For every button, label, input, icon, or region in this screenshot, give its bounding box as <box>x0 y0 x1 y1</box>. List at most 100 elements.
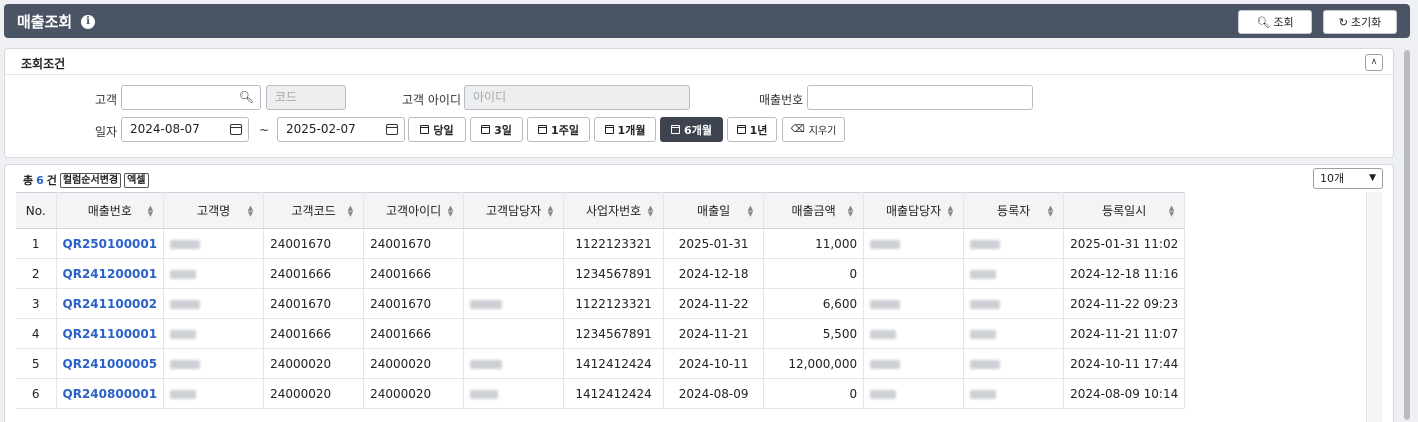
sales-no-input[interactable] <box>807 85 1033 110</box>
sales-no-link[interactable]: QR241100001 <box>56 318 165 349</box>
table-cell <box>863 288 965 319</box>
table-cell <box>463 288 565 319</box>
scrollbar-thumb[interactable] <box>1404 50 1410 420</box>
table-cell: 1412412424 <box>563 348 665 379</box>
column-header[interactable]: 매출번호 ▲ ▼ <box>56 192 165 229</box>
column-header[interactable]: 고객명 ▲ ▼ <box>163 192 265 229</box>
table-row[interactable]: 1 QR250100001 24001670 24001670 1122123321 20… <box>16 228 1186 259</box>
masked-value <box>170 269 197 279</box>
quick-1month-button[interactable]: 1개월 <box>594 117 656 142</box>
masked-value <box>170 359 201 369</box>
page-size-select[interactable]: 10개 ▼ <box>1313 168 1383 189</box>
masked-value <box>170 329 197 339</box>
sort-icon[interactable]: ▲ ▼ <box>248 205 253 218</box>
collapse-button[interactable]: ∧ <box>1365 54 1383 71</box>
table-cell: 1234567891 <box>563 258 665 289</box>
date-range-separator: ~ <box>259 123 270 137</box>
calendar-icon[interactable] <box>230 124 242 135</box>
table-cell: 3 <box>16 288 57 319</box>
quick-3days-button[interactable]: 3일 <box>470 117 523 142</box>
column-header[interactable]: 고객담당자 ▲ ▼ <box>463 192 565 229</box>
column-header[interactable]: No. <box>16 192 57 229</box>
table-cell <box>863 348 965 379</box>
sales-no-link[interactable]: QR250100001 <box>56 228 165 259</box>
column-header[interactable]: 고객코드 ▲ ▼ <box>263 192 365 229</box>
customer-id-label: 고객 아이디 <box>402 93 462 107</box>
table-row[interactable]: 5 QR241000005 24000020 24000020 1412412424 20… <box>16 348 1186 379</box>
table-cell: 1 <box>16 228 57 259</box>
customer-input[interactable]: 🔍︎ <box>121 85 261 110</box>
sales-no-link[interactable]: QR240800001 <box>56 378 165 409</box>
masked-value <box>470 299 503 309</box>
table-cell: 2024-11-22 <box>663 288 765 319</box>
sort-icon[interactable]: ▲ ▼ <box>648 205 653 218</box>
table-cell: 24000020 <box>263 348 365 379</box>
table-cell: 2024-10-11 <box>663 348 765 379</box>
sales-no-link[interactable]: QR241000005 <box>56 348 165 379</box>
masked-value <box>470 359 503 369</box>
table-cell <box>963 348 1065 379</box>
column-header[interactable]: 매출일 ▲ ▼ <box>663 192 765 229</box>
calendar-icon[interactable] <box>386 124 398 135</box>
sort-icon[interactable]: ▲ ▼ <box>748 205 753 218</box>
table-cell: 24000020 <box>363 378 465 409</box>
quick-1week-button[interactable]: 1주일 <box>527 117 590 142</box>
quick-today-button[interactable]: 당일 <box>408 117 466 142</box>
table-cell <box>163 258 265 289</box>
search-icon[interactable]: 🔍︎ <box>239 86 254 109</box>
quick-1year-button[interactable]: 1년 <box>727 117 777 142</box>
masked-value <box>170 299 201 309</box>
sort-icon[interactable]: ▲ ▼ <box>1048 205 1053 218</box>
info-icon[interactable]: i <box>81 15 95 29</box>
table-cell <box>963 228 1065 259</box>
sales-no-link[interactable]: QR241100002 <box>56 288 165 319</box>
table-cell <box>463 258 565 289</box>
customer-id-field: 아이디 <box>464 85 690 110</box>
search-button[interactable]: 🔍︎ 조회 <box>1238 10 1312 34</box>
chevron-up-icon: ∧ <box>1370 57 1378 67</box>
table-cell: 2024-12-18 <box>663 258 765 289</box>
excel-button[interactable]: 엑셀 <box>124 172 149 188</box>
table-row[interactable]: 3 QR241100002 24001670 24001670 1122123321 20… <box>16 288 1186 319</box>
table-cell <box>963 288 1065 319</box>
column-header[interactable]: 매출금액 ▲ ▼ <box>763 192 865 229</box>
reset-button[interactable]: ↻ 초기화 <box>1323 10 1397 34</box>
sort-icon[interactable]: ▲ ▼ <box>1169 205 1174 218</box>
masked-value <box>970 239 1001 249</box>
eraser-icon: ⌫ <box>790 124 805 135</box>
date-to-input[interactable]: 2025-02-07 <box>277 117 405 142</box>
sort-icon[interactable]: ▲ ▼ <box>148 205 153 218</box>
column-header[interactable]: 매출담당자 ▲ ▼ <box>863 192 965 229</box>
calendar-icon <box>736 125 746 134</box>
table-cell <box>163 288 265 319</box>
table-row[interactable]: 6 QR240800001 24000020 24000020 1412412424 20… <box>16 378 1186 409</box>
column-header[interactable]: 고객아이디 ▲ ▼ <box>363 192 465 229</box>
table-row[interactable]: 2 QR241200001 24001666 24001666 1234567891 20… <box>16 258 1186 289</box>
column-header[interactable]: 사업자번호 ▲ ▼ <box>563 192 665 229</box>
masked-value <box>970 269 997 279</box>
date-from-input[interactable]: 2024-08-07 <box>121 117 249 142</box>
column-header[interactable]: 등록일시 ▲ ▼ <box>1063 192 1186 229</box>
clear-button[interactable]: ⌫ 지우기 <box>782 117 845 142</box>
table-row[interactable]: 4 QR241100001 24001666 24001666 1234567891 20… <box>16 318 1186 349</box>
page-scrollbar[interactable] <box>1402 48 1412 422</box>
title-bar: 매출조회 i 🔍︎ 조회 ↻ 초기화 <box>4 4 1410 38</box>
sort-icon[interactable]: ▲ ▼ <box>948 205 953 218</box>
column-header[interactable]: 등록자 ▲ ▼ <box>963 192 1065 229</box>
table-cell <box>463 318 565 349</box>
table-cell <box>863 258 965 289</box>
sort-icon[interactable]: ▲ ▼ <box>448 205 453 218</box>
calendar-icon <box>420 125 430 134</box>
table-cell: 24001666 <box>263 258 365 289</box>
table-cell <box>163 228 265 259</box>
sort-icon[interactable]: ▲ ▼ <box>548 205 553 218</box>
table-cell: 0 <box>763 258 865 289</box>
sort-icon[interactable]: ▲ ▼ <box>848 205 853 218</box>
sales-no-link[interactable]: QR241200001 <box>56 258 165 289</box>
table-cell: 24001670 <box>363 228 465 259</box>
quick-6months-button[interactable]: 6개월 <box>660 117 723 142</box>
column-order-button[interactable]: 컬럼순서변경 <box>59 172 122 188</box>
grid-scrollbar[interactable] <box>1366 192 1382 422</box>
sort-icon[interactable]: ▲ ▼ <box>348 205 353 218</box>
table-cell <box>963 378 1065 409</box>
